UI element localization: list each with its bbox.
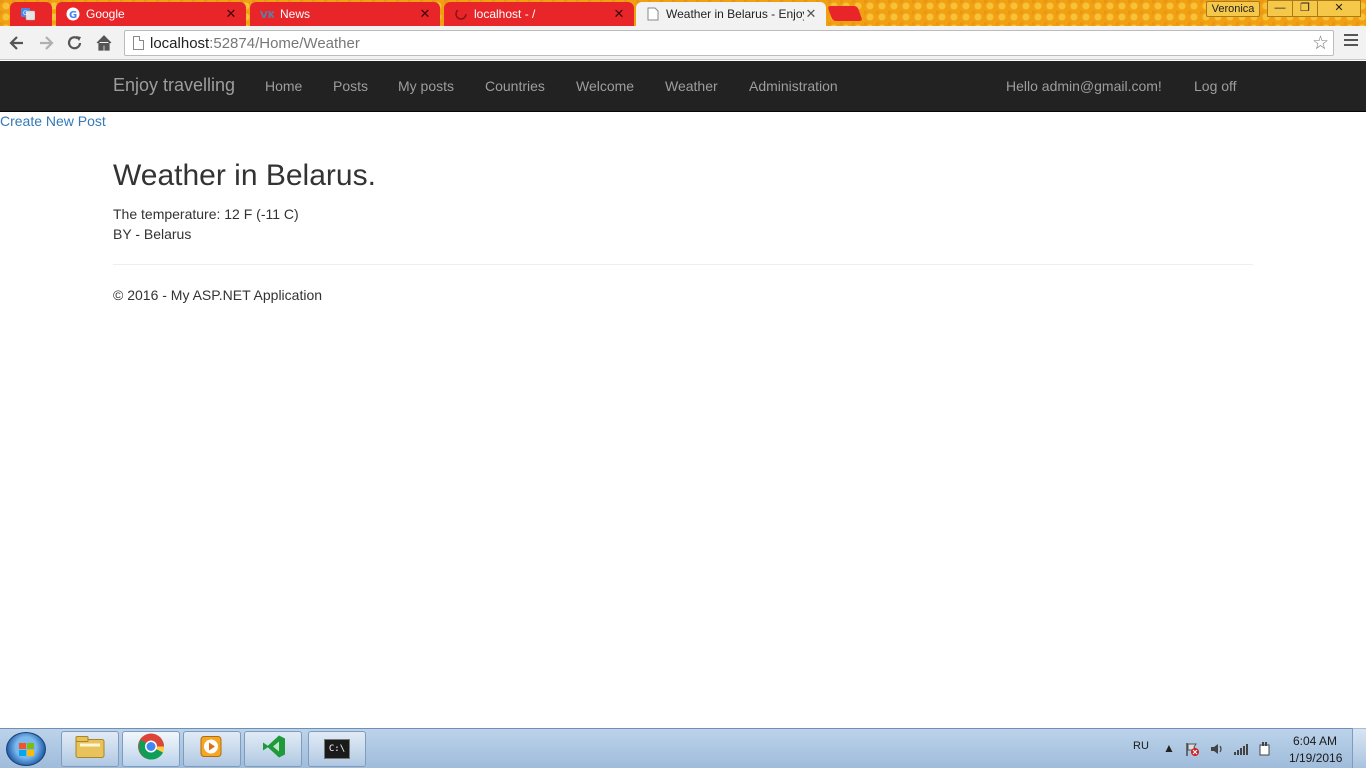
svg-text:G: G (23, 10, 28, 17)
tab-localhost[interactable]: localhost - / ✕ (444, 2, 634, 26)
tray-expand-icon[interactable]: ▲ (1163, 741, 1175, 755)
temperature-text: The temperature: 12 F (-11 C) (113, 206, 299, 222)
taskbar-chrome[interactable] (122, 731, 180, 767)
bookmark-star-icon[interactable]: ☆ (1312, 32, 1329, 55)
forward-button[interactable] (35, 32, 57, 54)
footer-text: © 2016 - My ASP.NET Application (113, 287, 323, 303)
svg-text:G: G (69, 10, 77, 21)
site-navbar: Enjoy travelling Home Posts My posts Cou… (0, 61, 1366, 112)
home-button[interactable] (93, 32, 115, 54)
tab-google-translate[interactable]: G (10, 2, 52, 26)
clock-date[interactable]: 1/19/2016 (1289, 751, 1342, 765)
logoff-link[interactable]: Log off (1194, 78, 1237, 94)
tab-title: News (280, 7, 311, 21)
nav-administration[interactable]: Administration (749, 78, 838, 94)
vk-icon: VK (260, 7, 274, 21)
windows-taskbar: C:\ (0, 728, 1366, 768)
tab-title: Weather in Belarus - Enjoy (666, 7, 804, 21)
tab-google[interactable]: G Google ✕ (56, 2, 246, 26)
command-prompt-icon: C:\ (324, 739, 350, 759)
nav-posts[interactable]: Posts (333, 78, 368, 94)
screen: G G Google ✕ VK News ✕ localhost - / ✕ W… (0, 0, 1366, 768)
google-translate-icon: G (21, 7, 35, 21)
action-center-flag-icon[interactable] (1184, 741, 1200, 760)
power-plug-icon[interactable] (1257, 741, 1273, 760)
back-button[interactable] (6, 32, 28, 54)
close-icon[interactable]: ✕ (418, 7, 432, 21)
file-explorer-icon (75, 735, 105, 764)
page-icon (646, 7, 660, 21)
minimize-button[interactable]: — (1267, 0, 1293, 17)
browser-toolbar: localhost:52874/Home/Weather ☆ (0, 26, 1366, 60)
clock-time[interactable]: 6:04 AM (1293, 734, 1337, 748)
google-icon: G (66, 7, 80, 21)
tab-title: Google (86, 7, 125, 21)
language-indicator[interactable]: RU (1133, 740, 1149, 752)
tab-news[interactable]: VK News ✕ (250, 2, 440, 26)
close-icon[interactable]: ✕ (224, 7, 238, 21)
restore-button[interactable]: ❐ (1292, 0, 1318, 17)
loading-icon (454, 7, 468, 21)
nav-weather[interactable]: Weather (665, 78, 718, 94)
page-title: Weather in Belarus. (113, 159, 376, 192)
close-icon[interactable]: ✕ (612, 7, 626, 21)
new-tab-button[interactable] (827, 6, 863, 21)
reload-button[interactable] (64, 32, 86, 54)
profile-button[interactable]: Veronica (1206, 1, 1260, 17)
address-url: localhost:52874/Home/Weather (150, 35, 360, 52)
taskbar-visual-studio[interactable] (244, 731, 302, 767)
window-close-button[interactable]: ✕ (1317, 0, 1361, 17)
media-player-icon (199, 734, 225, 765)
nav-welcome[interactable]: Welcome (576, 78, 634, 94)
nav-home[interactable]: Home (265, 78, 302, 94)
close-icon[interactable]: ✕ (804, 7, 818, 21)
tab-strip: G G Google ✕ VK News ✕ localhost - / ✕ W… (0, 0, 1366, 26)
start-button[interactable] (6, 732, 46, 766)
visual-studio-icon (259, 733, 287, 766)
site-brand-link[interactable]: Enjoy travelling (113, 75, 235, 96)
nav-countries[interactable]: Countries (485, 78, 545, 94)
network-signal-icon[interactable] (1233, 741, 1249, 760)
taskbar-media-player[interactable] (183, 731, 241, 767)
country-text: BY - Belarus (113, 226, 192, 242)
chrome-menu-icon[interactable] (1344, 34, 1358, 48)
svg-text:VK: VK (260, 10, 274, 20)
tab-title: localhost - / (474, 7, 536, 21)
nav-my-posts[interactable]: My posts (398, 78, 454, 94)
divider (113, 264, 1253, 265)
tab-weather-active[interactable]: Weather in Belarus - Enjoy ✕ (636, 2, 826, 26)
create-new-post-link[interactable]: Create New Post (0, 113, 106, 129)
volume-icon[interactable] (1209, 741, 1225, 760)
chrome-icon (137, 733, 165, 766)
windows-logo-icon (19, 743, 35, 757)
page-icon (133, 36, 144, 50)
taskbar-file-explorer[interactable] (61, 731, 119, 767)
taskbar-command-prompt[interactable]: C:\ (308, 731, 366, 767)
address-bar[interactable]: localhost:52874/Home/Weather ☆ (124, 30, 1334, 56)
user-greeting-link[interactable]: Hello admin@gmail.com! (1006, 78, 1162, 94)
show-desktop-button[interactable] (1352, 728, 1366, 768)
